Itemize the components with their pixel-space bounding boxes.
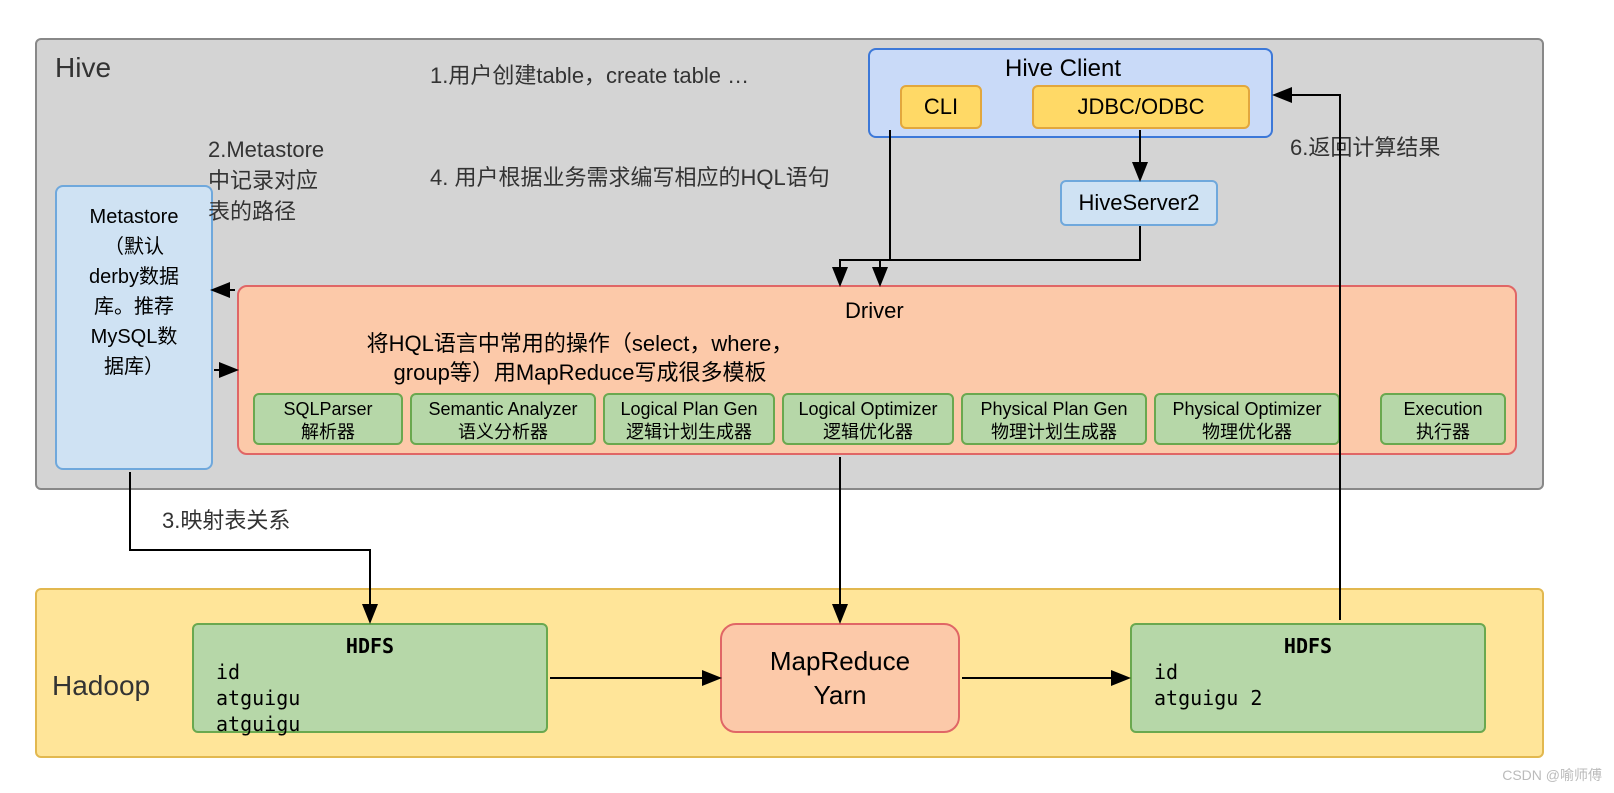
metastore-line2: （默认 [57,232,211,262]
metastore-line5: MySQL数 [57,322,211,352]
comp-logical-opt: Logical Optimizer逻辑优化器 [782,393,954,445]
hdfs-box-left: HDFS id atguigu atguigu [192,623,548,733]
hdfs1-row2: atguigu [216,685,524,711]
hdfs2-row1: id [1154,659,1462,685]
hdfs1-row1: id [216,659,524,685]
driver-label: Driver [845,298,904,324]
metastore-line4: 库。推荐 [57,292,211,322]
step-2: 2.Metastore中记录对应表的路径 [208,135,324,227]
hadoop-label: Hadoop [52,670,150,702]
hdfs-title-2: HDFS [1154,633,1462,659]
hiveserver2-box: HiveServer2 [1060,180,1218,226]
hdfs1-row3: atguigu [216,711,524,737]
step-6: 6.返回计算结果 [1290,130,1440,162]
step-4: 4. 用户根据业务需求编写相应的HQL语句 [430,160,830,192]
watermark: CSDN @喻师傅 [1502,765,1602,785]
hive-label: Hive [55,52,111,84]
comp-sqlparser: SQLParser解析器 [253,393,403,445]
metastore-line6: 据库） [57,352,211,382]
mapreduce-line2: Yarn [722,679,958,713]
comp-physical-plan: Physical Plan Gen物理计划生成器 [961,393,1147,445]
jdbc-box: JDBC/ODBC [1032,85,1250,129]
comp-execution: Execution执行器 [1380,393,1506,445]
driver-desc: 将HQL语言中常用的操作（select，where， group等）用MapRe… [340,330,820,387]
mapreduce-line1: MapReduce [722,645,958,679]
hive-client-label: Hive Client [1005,55,1121,83]
hdfs2-row2: atguigu 2 [1154,685,1462,711]
hdfs-box-right: HDFS id atguigu 2 [1130,623,1486,733]
hdfs-title-1: HDFS [216,633,524,659]
metastore-line3: derby数据 [57,262,211,292]
step-3: 3.映射表关系 [162,503,290,535]
cli-box: CLI [900,85,982,129]
metastore-line1: Metastore [57,202,211,232]
comp-semantic: Semantic Analyzer语义分析器 [410,393,596,445]
driver-desc-line2: group等）用MapReduce写成很多模板 [394,360,767,385]
comp-physical-opt: Physical Optimizer物理优化器 [1154,393,1340,445]
step-1: 1.用户创建table，create table … [430,58,749,90]
metastore-box: Metastore （默认 derby数据 库。推荐 MySQL数 据库） [55,185,213,470]
driver-desc-line1: 将HQL语言中常用的操作（select，where， [367,331,794,356]
mapreduce-box: MapReduce Yarn [720,623,960,733]
comp-logical-plan: Logical Plan Gen逻辑计划生成器 [603,393,775,445]
